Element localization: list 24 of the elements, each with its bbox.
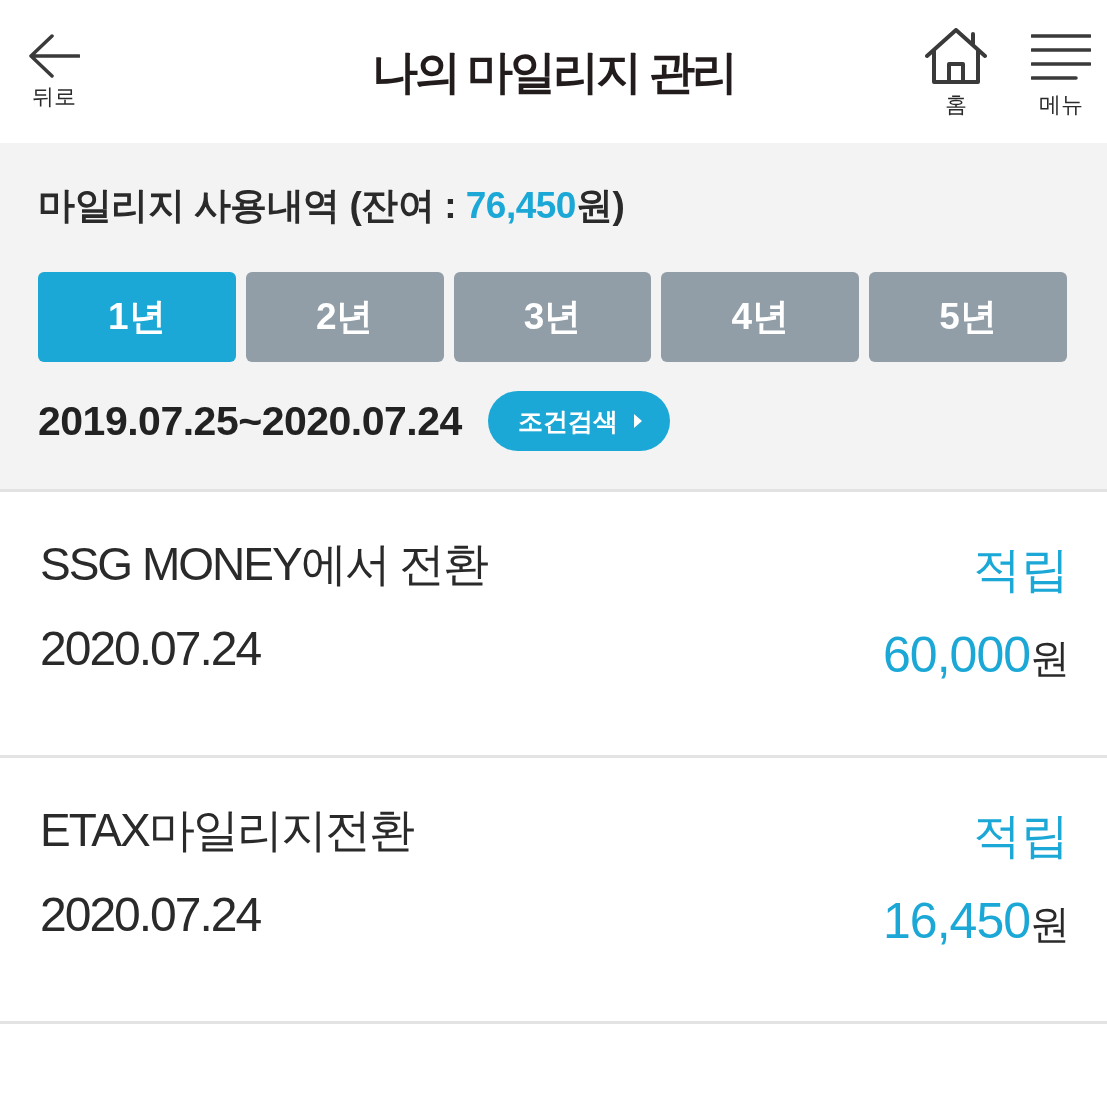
- home-button[interactable]: 홈: [925, 28, 987, 118]
- transaction-amount: 16,450원: [883, 893, 1069, 951]
- home-icon: [925, 28, 987, 84]
- back-button[interactable]: 뒤로: [28, 34, 80, 110]
- transaction-type: 적립: [973, 542, 1069, 598]
- transaction-type: 적립: [973, 808, 1069, 864]
- period-tab[interactable]: 3년: [453, 272, 652, 362]
- period-tab[interactable]: 4년: [661, 272, 860, 362]
- balance-heading: 마일리지 사용내역 (잔여 : 76,450원): [38, 184, 626, 228]
- transaction-title: SSG MONEY에서 전환: [40, 537, 488, 592]
- period-tab[interactable]: 5년: [869, 272, 1067, 362]
- menu-icon: [1031, 34, 1091, 80]
- transaction-title: ETAX마일리지전환: [40, 803, 413, 858]
- period-tab[interactable]: 1년: [38, 272, 236, 362]
- transaction-amount: 60,000원: [883, 627, 1069, 685]
- transaction-date: 2020.07.24: [40, 887, 262, 943]
- transaction-date: 2020.07.24: [40, 621, 262, 677]
- back-arrow-icon: [28, 34, 80, 78]
- search-button[interactable]: 조건검색: [487, 391, 670, 451]
- page-title: 나의 마일리지 관리: [371, 45, 736, 100]
- date-range: 2019.07.25~2020.07.24: [38, 397, 462, 445]
- caret-icon: [633, 414, 642, 428]
- period-tab[interactable]: 2년: [245, 272, 444, 362]
- menu-button[interactable]: 메뉴: [1031, 28, 1091, 118]
